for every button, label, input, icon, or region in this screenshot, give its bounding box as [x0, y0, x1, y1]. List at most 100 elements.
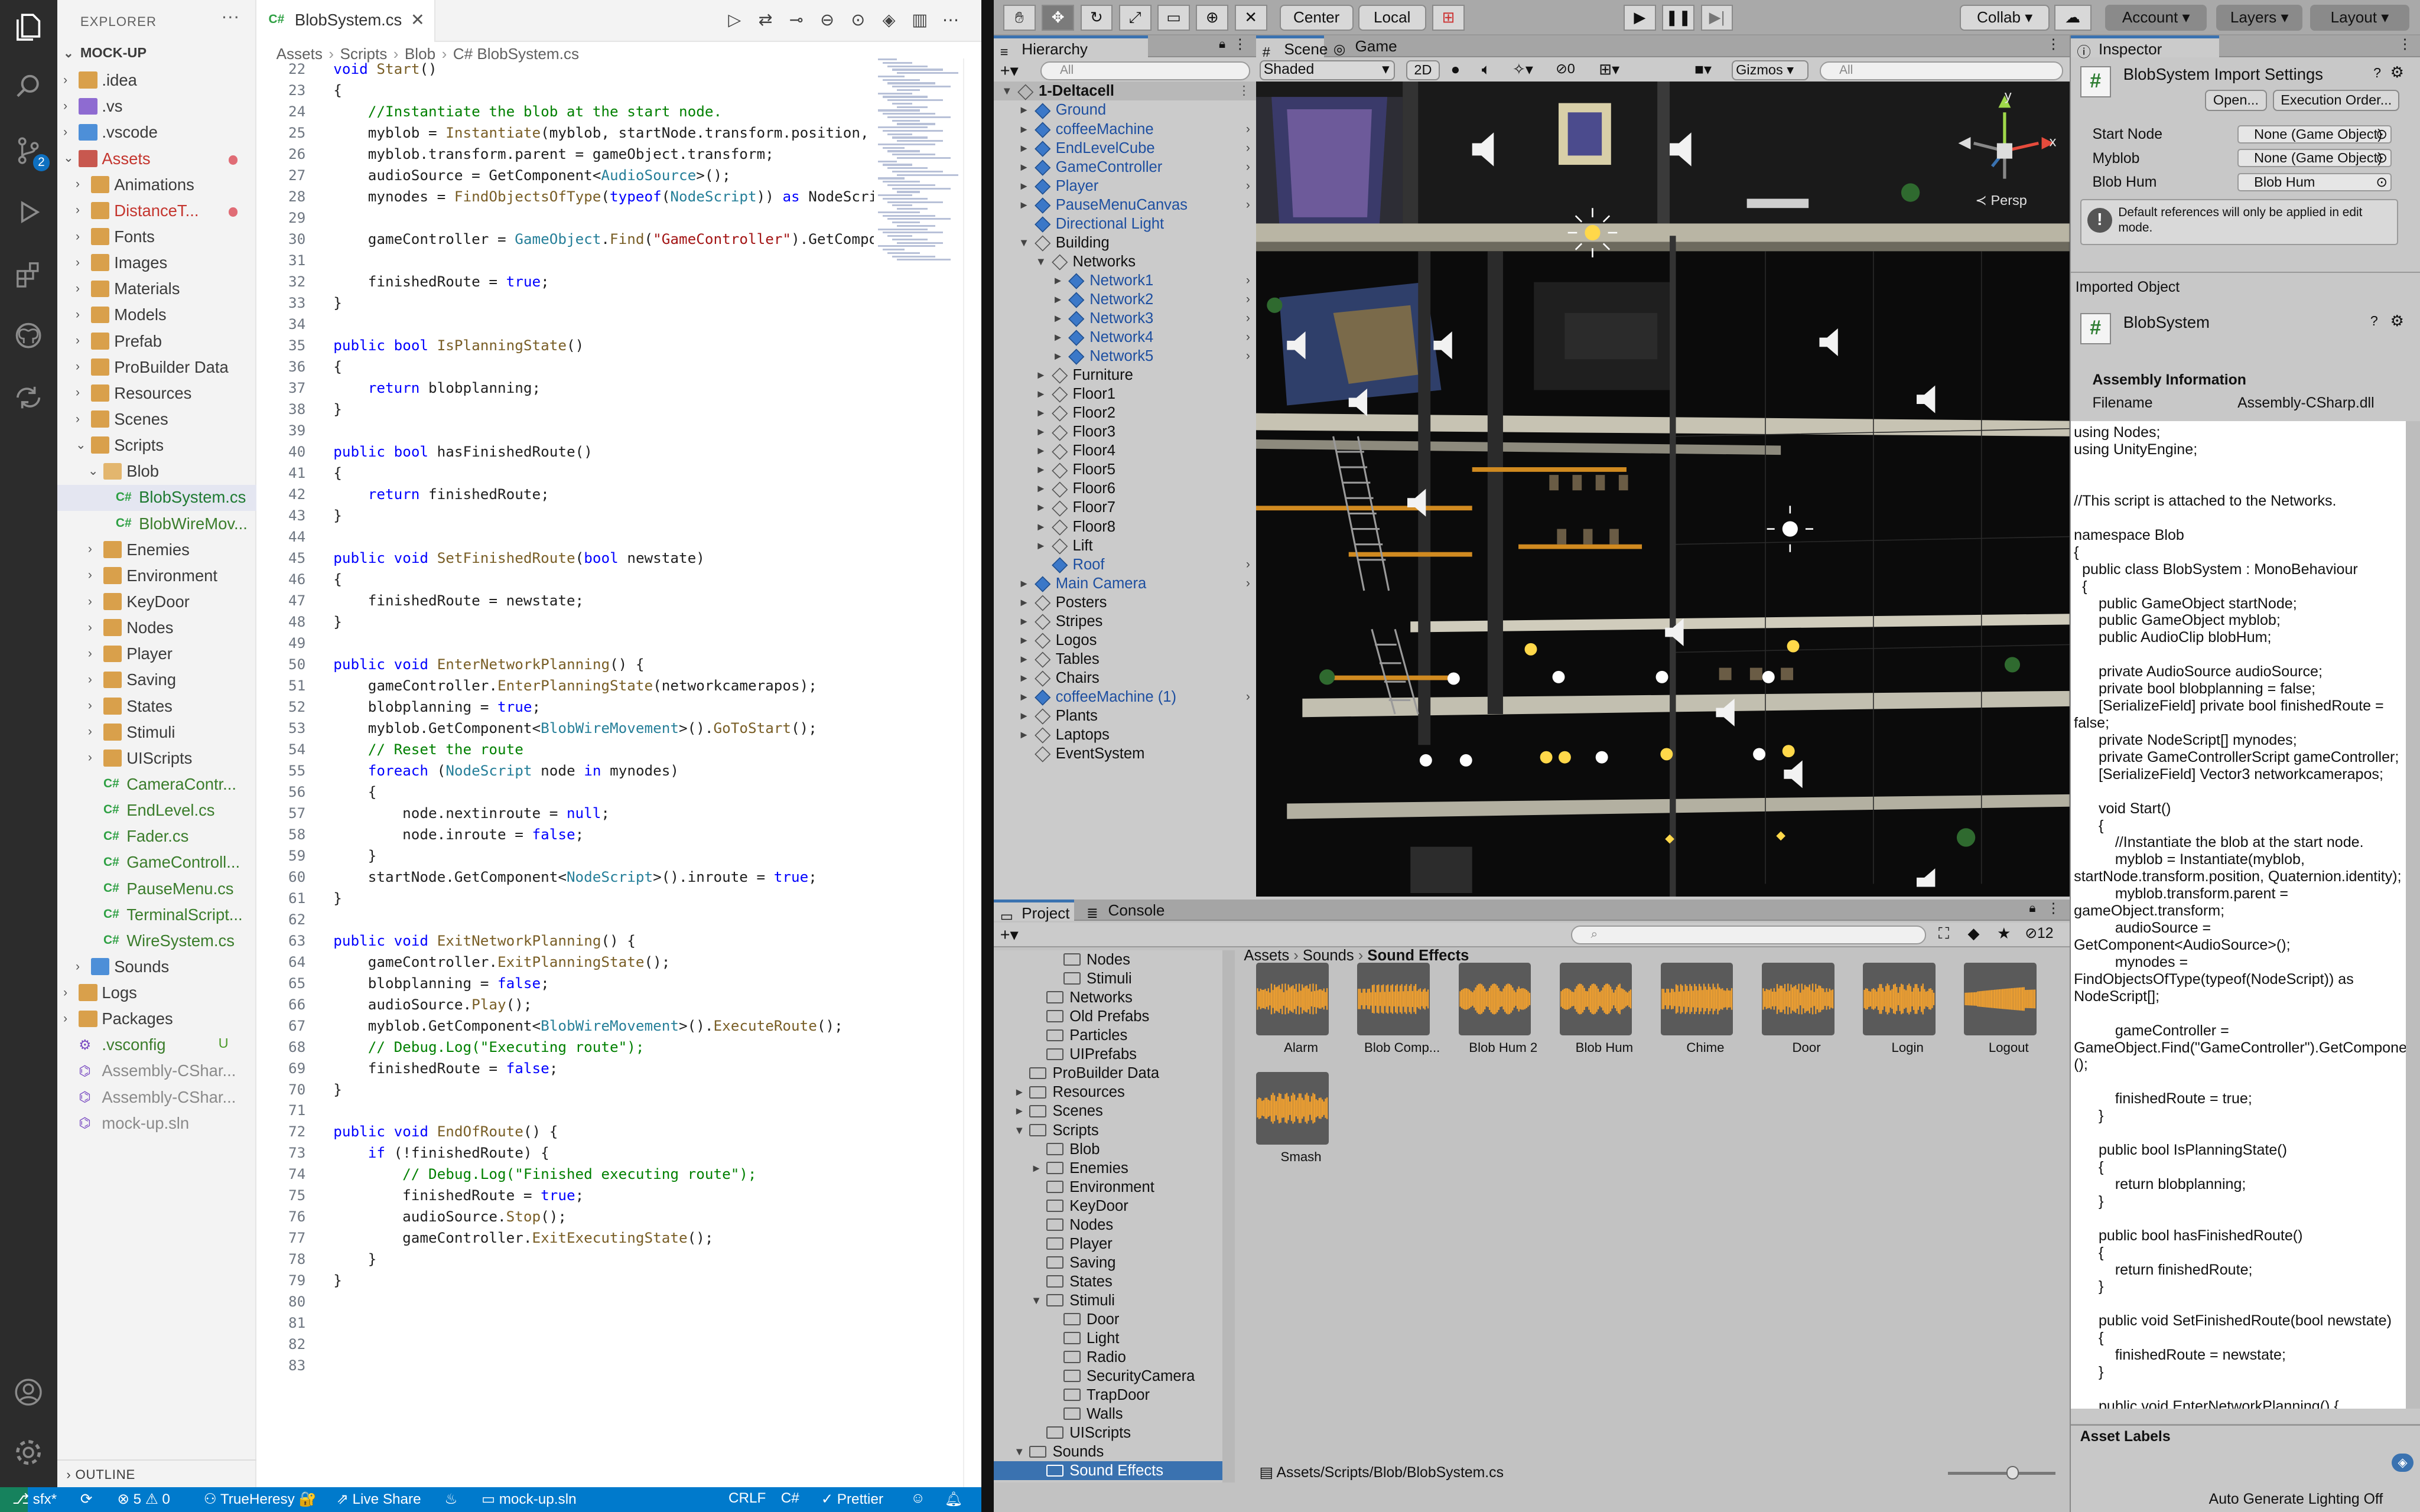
- hierarchy-item[interactable]: ► coffeeMachine (1) ›: [994, 687, 1256, 706]
- code-line[interactable]: 34: [256, 314, 874, 335]
- code-line[interactable]: 28 mynodes = FindObjectsOfType(typeof(No…: [256, 186, 874, 207]
- hierarchy-item[interactable]: ► Stripes: [994, 612, 1256, 631]
- expand-arrow-icon[interactable]: ►: [1019, 669, 1029, 687]
- chevron-icon[interactable]: ›: [76, 333, 90, 348]
- chevron-icon[interactable]: ›: [63, 1011, 77, 1027]
- chevron-icon[interactable]: ›: [88, 646, 102, 662]
- prefab-open-icon[interactable]: ›: [1246, 290, 1250, 309]
- compare-icon[interactable]: ⇄: [754, 9, 776, 31]
- file-item[interactable]: ⌬ Assembly-CShar...: [57, 1084, 256, 1110]
- chevron-icon[interactable]: ›: [88, 698, 102, 713]
- project-folder-item[interactable]: ► Enemies: [994, 1159, 1222, 1178]
- lock-icon[interactable]: 🔒︎: [1219, 37, 1225, 51]
- chevron-icon[interactable]: ›: [88, 620, 102, 636]
- chevron-icon[interactable]: ›: [76, 307, 90, 322]
- minimap[interactable]: [878, 58, 963, 275]
- code-line[interactable]: 65 blobplanning = false;: [256, 973, 874, 994]
- timeline-icon[interactable]: ⊸: [786, 9, 808, 31]
- code-line[interactable]: 45 public void SetFinishedRoute(bool news…: [256, 548, 874, 569]
- hidden-count[interactable]: ⊘12: [2025, 924, 2053, 942]
- code-line[interactable]: 51 gameController.EnterPlanningState(net…: [256, 675, 874, 696]
- code-line[interactable]: 47 finishedRoute = newstate;: [256, 590, 874, 611]
- hierarchy-item[interactable]: ► EndLevelCube ›: [994, 139, 1256, 158]
- expand-arrow-icon[interactable]: ▼: [1014, 1121, 1024, 1140]
- expand-arrow-icon[interactable]: ►: [1019, 612, 1029, 631]
- hierarchy-item[interactable]: ▼ 1-Deltacell ⋮: [994, 82, 1257, 101]
- problems-status[interactable]: ⊗ 5 ⚠ 0: [118, 1490, 170, 1508]
- code-line[interactable]: 53 myblob.GetComponent<BlobWireMovement>…: [256, 718, 874, 739]
- expand-arrow-icon[interactable]: ►: [1036, 460, 1046, 479]
- hierarchy-item[interactable]: ► Floor3: [994, 422, 1256, 441]
- project-lock-icon[interactable]: 🔒︎: [2029, 901, 2035, 915]
- expand-arrow-icon[interactable]: ►: [1036, 517, 1046, 536]
- project-folder-item[interactable]: UIScripts: [994, 1423, 1222, 1442]
- project-folder-item[interactable]: KeyDoor: [994, 1197, 1222, 1216]
- step-icon[interactable]: ▶|: [1700, 4, 1733, 31]
- file-item[interactable]: ⌬ Assembly-CShar...: [57, 1058, 256, 1084]
- code-line[interactable]: 25 myblob = Instantiate(myblob, startNod…: [256, 122, 874, 144]
- inspector-scrollbar[interactable]: [2405, 421, 2420, 1409]
- code-line[interactable]: 38}: [256, 399, 874, 420]
- hierarchy-item[interactable]: ► Network2 ›: [994, 290, 1256, 309]
- tab-game[interactable]: ◎ Game: [1327, 35, 1404, 57]
- scene-search-input[interactable]: All: [1819, 61, 2064, 80]
- project-folder-item[interactable]: Sound Effects: [994, 1461, 1222, 1481]
- project-folder-item[interactable]: Blob: [994, 1140, 1222, 1159]
- code-line[interactable]: 36 {: [256, 356, 874, 377]
- code-line[interactable]: 46 {: [256, 569, 874, 590]
- chevron-icon[interactable]: ›: [63, 99, 77, 114]
- project-folder-item[interactable]: Walls: [994, 1405, 1222, 1423]
- hierarchy-item[interactable]: ▼ Networks: [994, 252, 1256, 271]
- file-item[interactable]: C# Fader.cs: [57, 824, 256, 850]
- explorer-icon[interactable]: [11, 9, 46, 45]
- audio-asset[interactable]: Door: [1743, 962, 1836, 1071]
- run-debug-icon[interactable]: [11, 194, 46, 230]
- add-icon[interactable]: +▾: [1000, 60, 1019, 81]
- open-button[interactable]: Open...: [2205, 89, 2267, 112]
- prefab-open-icon[interactable]: ›: [1246, 574, 1250, 593]
- audio-asset[interactable]: Smash: [1238, 1072, 1331, 1180]
- expand-arrow-icon[interactable]: ►: [1019, 158, 1029, 177]
- fire-icon[interactable]: ♨: [444, 1490, 457, 1508]
- file-item[interactable]: C# PauseMenu.cs: [57, 876, 256, 902]
- expand-arrow-icon[interactable]: ►: [1019, 120, 1029, 139]
- prettier-status[interactable]: ✓ Prettier: [821, 1490, 883, 1508]
- settings-gear-icon[interactable]: [11, 1435, 46, 1470]
- more-editor-actions-icon[interactable]: ⋯: [940, 9, 962, 31]
- code-line[interactable]: 60 startNode.GetComponent<NodeScript>().…: [256, 866, 874, 888]
- help-icon[interactable]: ?: [2373, 65, 2381, 81]
- project-folder-item[interactable]: TrapDoor: [994, 1386, 1222, 1405]
- prefab-open-icon[interactable]: ›: [1246, 271, 1250, 290]
- folder-item[interactable]: › Enemies: [57, 537, 256, 563]
- code-line[interactable]: 79}: [256, 1270, 874, 1291]
- chevron-icon[interactable]: ⌄: [76, 438, 90, 453]
- shading-dropdown[interactable]: Shaded ▾: [1259, 60, 1396, 80]
- tab-console[interactable]: ≣ Console: [1081, 900, 1170, 921]
- hierarchy-item[interactable]: ▼ Building: [994, 233, 1256, 252]
- hierarchy-item[interactable]: ► Lift: [994, 536, 1256, 555]
- expand-arrow-icon[interactable]: ►: [1019, 195, 1029, 214]
- code-line[interactable]: 73 if (!finishedRoute) {: [256, 1142, 874, 1164]
- code-line[interactable]: 78 }: [256, 1249, 874, 1270]
- prefab-open-icon[interactable]: ›: [1246, 347, 1250, 366]
- code-line[interactable]: 37 return blobplanning;: [256, 377, 874, 399]
- project-folder-item[interactable]: ▼ Stimuli: [994, 1291, 1222, 1310]
- rotate-tool-icon[interactable]: ↻: [1080, 4, 1113, 31]
- folder-item[interactable]: › Materials: [57, 276, 256, 302]
- code-line[interactable]: 52 blobplanning = true;: [256, 696, 874, 718]
- file-item[interactable]: C# TerminalScript...: [57, 902, 256, 928]
- audio-toggle-icon[interactable]: 🔈︎: [1482, 60, 1491, 79]
- tab-project[interactable]: ▭ Project: [994, 899, 1075, 924]
- code-line[interactable]: 24 //Instantiate the blob at the start n…: [256, 101, 874, 122]
- project-folder-item[interactable]: Saving: [994, 1253, 1222, 1272]
- lighting-toggle-icon[interactable]: ●: [1450, 60, 1460, 79]
- filter-label-icon[interactable]: ◆: [1968, 924, 1980, 943]
- run-icon[interactable]: ▷: [724, 9, 746, 31]
- expand-arrow-icon[interactable]: ▼: [1031, 1291, 1042, 1310]
- tab-blobsystem[interactable]: C# BlobSystem.cs ✕: [256, 0, 435, 42]
- folder-item[interactable]: › Saving: [57, 667, 256, 693]
- project-folder-item[interactable]: States: [994, 1272, 1222, 1291]
- language-status[interactable]: C#: [781, 1490, 799, 1507]
- code-line[interactable]: 68 // Debug.Log("Executing route");: [256, 1037, 874, 1058]
- project-search-input[interactable]: ⌕: [1571, 926, 1926, 944]
